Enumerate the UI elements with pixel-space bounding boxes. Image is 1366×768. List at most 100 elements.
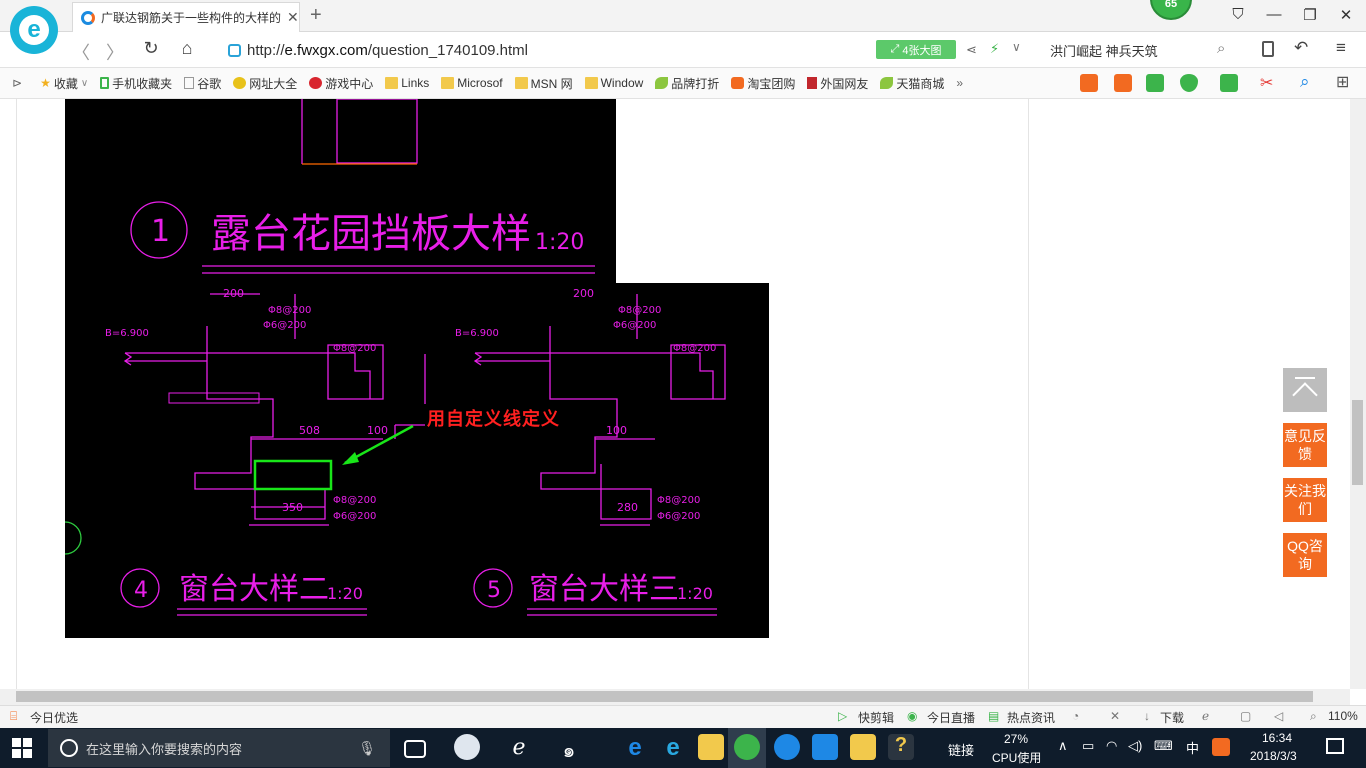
rebar-label-left-c: Φ8@200	[333, 343, 376, 354]
task-view-icon[interactable]	[404, 740, 426, 758]
tab-title: 广联达钢筋关于一些构件的大样的	[101, 11, 281, 25]
tools-icon[interactable]: ✕	[1110, 709, 1120, 723]
bookmark-item[interactable]: 手机收藏夹	[100, 75, 172, 92]
apps-grid-icon[interactable]: ⊞	[1336, 72, 1349, 92]
vertical-scroll-thumb[interactable]	[1352, 400, 1363, 485]
keyboard-icon[interactable]: ⌨	[1154, 738, 1173, 754]
bookmark-item[interactable]: 网址大全	[233, 75, 297, 92]
windows-start-icon[interactable]	[12, 738, 32, 758]
sogou-input-icon[interactable]	[1212, 738, 1230, 756]
hot-news-link[interactable]: 热点资讯	[1007, 709, 1055, 726]
sidebar-toggle-icon[interactable]: ⊳	[12, 76, 22, 90]
minimize-button[interactable]: —	[1264, 6, 1284, 23]
detail5-scale: 1:20	[677, 584, 713, 603]
app-icon[interactable]	[454, 734, 480, 760]
edge-icon[interactable]: ℯ	[506, 734, 532, 760]
search-suggestion[interactable]: 洪门崛起 神兵天筑	[1050, 41, 1158, 60]
magnifier-icon[interactable]: ⌕	[1300, 72, 1310, 92]
browser-logo-icon[interactable]: e	[10, 6, 58, 54]
bookmark-item[interactable]: Links	[385, 76, 429, 90]
follow-us-button[interactable]: 关注我们	[1283, 478, 1327, 522]
url-field[interactable]: http://e.fwxgx.com/question_1740109.html	[228, 41, 848, 59]
action-center-icon[interactable]	[1326, 738, 1344, 754]
phone-icon[interactable]	[1262, 41, 1274, 57]
browser-tab[interactable]: 广联达钢筋关于一些构件的大样的 ✕	[72, 2, 300, 32]
microphone-icon[interactable]: 🎙	[358, 740, 376, 757]
bookmark-item[interactable]: MSN 网	[514, 75, 573, 92]
ie-mode-icon[interactable]: ℯ	[1202, 709, 1209, 723]
tab-close-icon[interactable]: ✕	[287, 9, 299, 26]
clock-time[interactable]: 16:34	[1262, 731, 1292, 745]
url-prefix: http://	[247, 41, 285, 59]
folder-icon	[584, 77, 598, 89]
sogou-icon[interactable]	[774, 734, 800, 760]
links-toolbar[interactable]: 链接	[948, 740, 974, 759]
notes-icon[interactable]	[850, 734, 876, 760]
back-button[interactable]: 〈	[70, 39, 92, 65]
bookmark-item[interactable]: Window	[584, 76, 643, 90]
more-bookmarks-icon[interactable]: »	[956, 76, 963, 90]
bookmark-item[interactable]: 外国网友	[807, 75, 868, 92]
clip-icon: ▷	[838, 709, 848, 723]
clock-date[interactable]: 2018/3/3	[1250, 749, 1297, 763]
today-pick-link[interactable]: 今日优选	[30, 709, 78, 726]
close-window-button[interactable]: ✕	[1336, 6, 1356, 24]
search-icon[interactable]: ⌕	[1217, 40, 1225, 57]
bookmark-item[interactable]: 天猫商城	[880, 75, 944, 92]
file-explorer-icon[interactable]	[698, 734, 724, 760]
bookmark-item[interactable]: 游戏中心	[309, 75, 373, 92]
zoom-level[interactable]: 110%	[1328, 709, 1358, 723]
glodon-icon[interactable]	[812, 734, 838, 760]
screenshot-scissors-icon[interactable]: ✂	[1260, 73, 1273, 93]
ime-indicator[interactable]: 中	[1186, 738, 1199, 757]
bookmark-item[interactable]: 淘宝团购	[731, 75, 795, 92]
translate-icon[interactable]	[1220, 74, 1238, 92]
detail1-title: 露台花园挡板大样	[211, 211, 531, 257]
edge-pinned-icon[interactable]: e	[622, 734, 648, 761]
vertical-scrollbar[interactable]	[1350, 99, 1366, 689]
window-icon[interactable]: ▢	[1240, 709, 1251, 723]
360-browser-icon[interactable]	[734, 734, 760, 760]
speed-icon[interactable]: ◔	[1072, 709, 1079, 723]
download-link[interactable]: 下载	[1160, 709, 1184, 726]
big-picture-button[interactable]: ⤢ 4张大图	[876, 40, 956, 59]
feedback-button[interactable]: 意见反馈	[1283, 423, 1327, 467]
spiral-app-icon[interactable]: ๑	[556, 734, 582, 762]
quick-clip-link[interactable]: 快剪辑	[858, 709, 894, 726]
tray-expand-icon[interactable]: ∧	[1058, 738, 1068, 754]
qq-consult-button[interactable]: QQ咨询	[1283, 533, 1327, 577]
battery-icon[interactable]: ▭	[1082, 738, 1094, 754]
network-icon[interactable]: ◠	[1106, 738, 1117, 754]
dropdown-chevron-icon[interactable]: ∨	[1012, 40, 1021, 54]
restore-button[interactable]: ❐	[1300, 6, 1320, 24]
back-to-top-button[interactable]	[1283, 368, 1327, 412]
new-tab-button[interactable]: +	[310, 4, 322, 27]
bookmark-item[interactable]: 谷歌	[184, 75, 221, 92]
reader-icon[interactable]	[1146, 74, 1164, 92]
undo-icon[interactable]: ↶	[1294, 38, 1308, 58]
ie-icon[interactable]: e	[660, 734, 686, 761]
page-icon	[184, 77, 195, 89]
speaker-icon[interactable]: ◁)	[1128, 738, 1142, 754]
refresh-icon[interactable]: ↻	[140, 38, 162, 59]
expand-icon: ⤢	[890, 43, 900, 55]
lightning-icon[interactable]: ⚡	[990, 41, 999, 57]
menu-icon[interactable]: ≡	[1336, 38, 1346, 58]
home-icon[interactable]: ⌂	[176, 38, 198, 59]
skin-icon[interactable]: ⛉	[1228, 6, 1248, 23]
detail4-title: 窗台大样二	[179, 572, 329, 607]
volume-icon[interactable]: ◁	[1274, 709, 1283, 723]
forward-button[interactable]: 〉	[104, 39, 126, 65]
bookmark-item[interactable]: 品牌打折	[655, 75, 719, 92]
today-live-link[interactable]: 今日直播	[927, 709, 975, 726]
bookmark-item[interactable]: Microsof	[441, 76, 503, 90]
share-icon[interactable]: ⋖	[966, 42, 977, 58]
tv-icon[interactable]	[1080, 74, 1098, 92]
horizontal-scroll-thumb[interactable]	[16, 691, 1313, 702]
bookmark-item[interactable]: ★ 收藏 ∨	[40, 75, 88, 92]
discount-icon[interactable]	[1114, 74, 1132, 92]
taskbar-search-box[interactable]: 在这里输入你要搜索的内容 🎙	[48, 729, 390, 767]
flag-icon	[807, 77, 818, 89]
url-path: /question_1740109.html	[367, 41, 529, 59]
help-icon[interactable]: ?	[888, 734, 914, 760]
